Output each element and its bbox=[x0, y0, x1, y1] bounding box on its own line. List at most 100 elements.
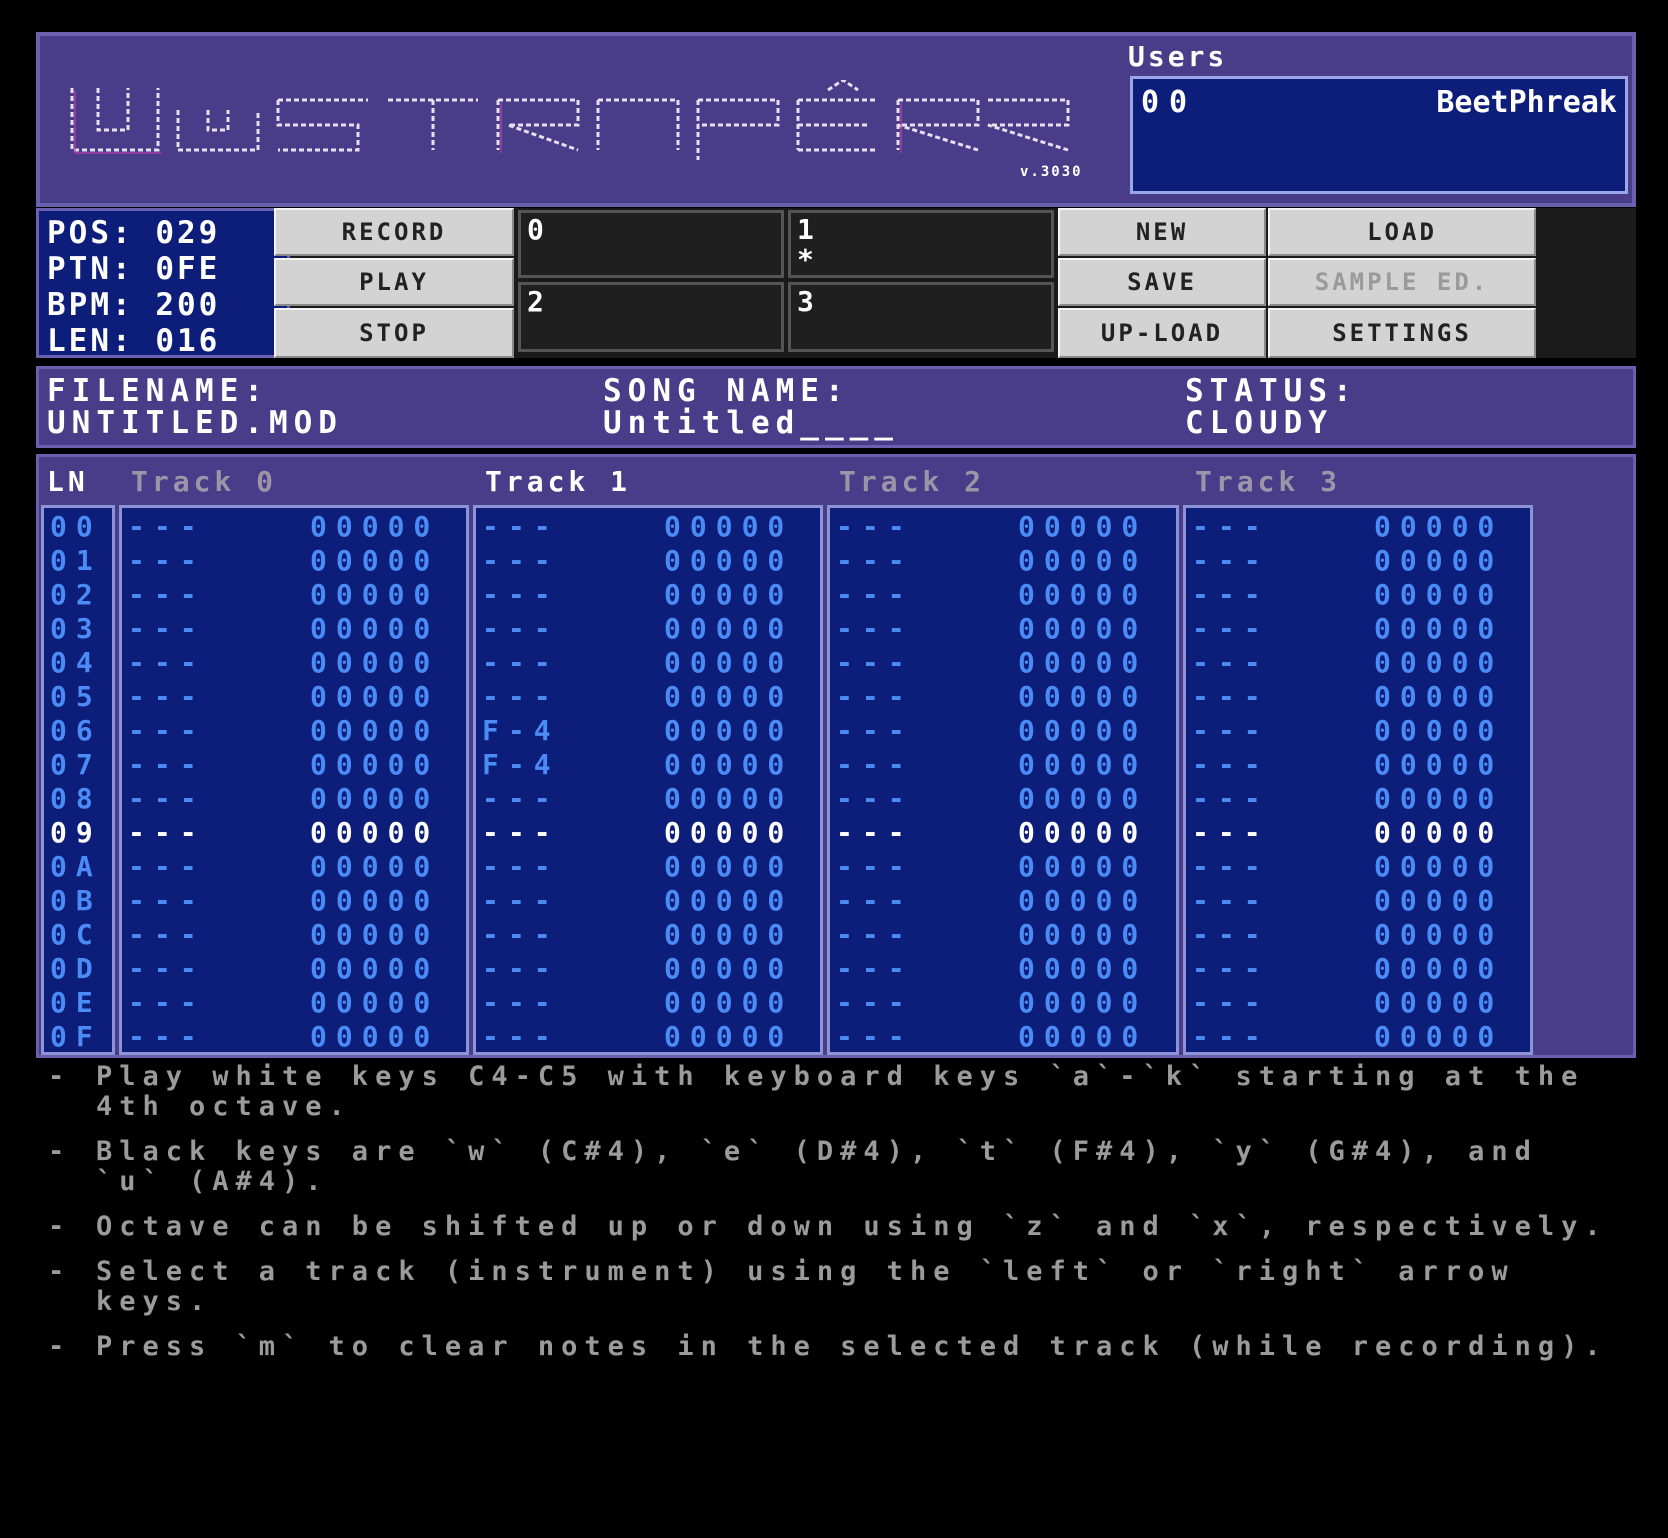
effect-cell[interactable]: 00000 bbox=[1374, 680, 1503, 713]
note-cell[interactable]: --- bbox=[836, 544, 914, 577]
note-cell[interactable]: --- bbox=[836, 816, 914, 849]
note-cell[interactable]: --- bbox=[1192, 646, 1270, 679]
note-cell[interactable]: --- bbox=[836, 612, 914, 645]
track-header-0[interactable]: Track 0 bbox=[131, 465, 277, 498]
note-cell[interactable]: --- bbox=[482, 952, 560, 985]
effect-cell[interactable]: 00000 bbox=[664, 884, 793, 917]
note-cell[interactable]: --- bbox=[1192, 680, 1270, 713]
effect-cell[interactable]: 00000 bbox=[1374, 510, 1503, 543]
effect-cell[interactable]: 00000 bbox=[310, 816, 439, 849]
note-cell[interactable]: --- bbox=[128, 884, 206, 917]
effect-cell[interactable]: 00000 bbox=[1018, 510, 1147, 543]
effect-cell[interactable]: 00000 bbox=[664, 748, 793, 781]
effect-cell[interactable]: 00000 bbox=[1018, 816, 1147, 849]
effect-cell[interactable]: 00000 bbox=[1018, 646, 1147, 679]
save-button[interactable]: SAVE bbox=[1058, 258, 1266, 306]
effect-cell[interactable]: 00000 bbox=[664, 646, 793, 679]
note-cell[interactable]: --- bbox=[482, 646, 560, 679]
effect-cell[interactable]: 00000 bbox=[1018, 714, 1147, 747]
effect-cell[interactable]: 00000 bbox=[664, 1020, 793, 1053]
note-cell[interactable]: --- bbox=[482, 1020, 560, 1053]
note-cell[interactable]: --- bbox=[836, 952, 914, 985]
effect-cell[interactable]: 00000 bbox=[1018, 952, 1147, 985]
note-cell[interactable]: --- bbox=[128, 1020, 206, 1053]
record-button[interactable]: RECORD bbox=[274, 208, 514, 256]
note-cell[interactable]: --- bbox=[482, 578, 560, 611]
note-cell[interactable]: --- bbox=[836, 714, 914, 747]
effect-cell[interactable]: 00000 bbox=[664, 612, 793, 645]
note-cell[interactable]: --- bbox=[836, 884, 914, 917]
effect-cell[interactable]: 00000 bbox=[664, 714, 793, 747]
note-cell[interactable]: --- bbox=[128, 714, 206, 747]
effect-cell[interactable]: 00000 bbox=[1018, 884, 1147, 917]
effect-cell[interactable]: 00000 bbox=[1018, 748, 1147, 781]
sample-slot-2[interactable]: 2 bbox=[518, 282, 784, 352]
settings-button[interactable]: SETTINGS bbox=[1268, 308, 1536, 358]
effect-cell[interactable]: 00000 bbox=[1374, 952, 1503, 985]
effect-cell[interactable]: 00000 bbox=[1018, 544, 1147, 577]
track-column-1[interactable]: --- 00000 --- 00000 --- 00000 --- 00000 --- 00000… bbox=[473, 505, 823, 1055]
effect-cell[interactable]: 00000 bbox=[310, 952, 439, 985]
effect-cell[interactable]: 00000 bbox=[1374, 918, 1503, 951]
note-cell[interactable]: --- bbox=[836, 918, 914, 951]
note-cell[interactable]: --- bbox=[1192, 816, 1270, 849]
effect-cell[interactable]: 00000 bbox=[310, 1020, 439, 1053]
effect-cell[interactable]: 00000 bbox=[664, 510, 793, 543]
sample-slot-1[interactable]: 1 * bbox=[788, 210, 1054, 278]
effect-cell[interactable]: 00000 bbox=[1374, 986, 1503, 1019]
note-cell[interactable]: --- bbox=[482, 680, 560, 713]
note-cell[interactable]: --- bbox=[482, 850, 560, 883]
effect-cell[interactable]: 00000 bbox=[664, 578, 793, 611]
note-cell[interactable]: --- bbox=[836, 782, 914, 815]
note-cell[interactable]: --- bbox=[482, 816, 560, 849]
note-cell[interactable]: --- bbox=[128, 850, 206, 883]
note-cell[interactable]: --- bbox=[128, 680, 206, 713]
effect-cell[interactable]: 00000 bbox=[664, 986, 793, 1019]
effect-cell[interactable]: 00000 bbox=[664, 544, 793, 577]
note-cell[interactable]: --- bbox=[128, 986, 206, 1019]
effect-cell[interactable]: 00000 bbox=[310, 782, 439, 815]
note-cell[interactable]: --- bbox=[482, 510, 560, 543]
note-cell[interactable]: --- bbox=[482, 612, 560, 645]
note-cell[interactable]: F-4 bbox=[482, 748, 560, 781]
track-column-2[interactable]: --- 00000 --- 00000 --- 00000 --- 00000 --- 00000… bbox=[827, 505, 1179, 1055]
effect-cell[interactable]: 00000 bbox=[310, 544, 439, 577]
effect-cell[interactable]: 00000 bbox=[1374, 612, 1503, 645]
effect-cell[interactable]: 00000 bbox=[1374, 578, 1503, 611]
note-cell[interactable]: --- bbox=[1192, 782, 1270, 815]
effect-cell[interactable]: 00000 bbox=[1374, 850, 1503, 883]
user-row[interactable]: 00 BeetPhreak bbox=[1141, 85, 1617, 120]
effect-cell[interactable]: 00000 bbox=[310, 850, 439, 883]
effect-cell[interactable]: 00000 bbox=[664, 782, 793, 815]
filename-value[interactable]: UNTITLED.MOD bbox=[47, 407, 343, 439]
stop-button[interactable]: STOP bbox=[274, 308, 514, 358]
sample-slot-3[interactable]: 3 bbox=[788, 282, 1054, 352]
effect-cell[interactable]: 00000 bbox=[1374, 544, 1503, 577]
effect-cell[interactable]: 00000 bbox=[1018, 850, 1147, 883]
note-cell[interactable]: --- bbox=[128, 952, 206, 985]
note-cell[interactable]: --- bbox=[482, 782, 560, 815]
effect-cell[interactable]: 00000 bbox=[1018, 918, 1147, 951]
effect-cell[interactable]: 00000 bbox=[310, 884, 439, 917]
note-cell[interactable]: --- bbox=[1192, 884, 1270, 917]
effect-cell[interactable]: 00000 bbox=[1374, 884, 1503, 917]
new-button[interactable]: NEW bbox=[1058, 208, 1266, 256]
load-button[interactable]: LOAD bbox=[1268, 208, 1536, 256]
note-cell[interactable]: --- bbox=[836, 986, 914, 1019]
effect-cell[interactable]: 00000 bbox=[1018, 578, 1147, 611]
effect-cell[interactable]: 00000 bbox=[1374, 714, 1503, 747]
effect-cell[interactable]: 00000 bbox=[1018, 680, 1147, 713]
note-cell[interactable]: --- bbox=[128, 646, 206, 679]
note-cell[interactable]: --- bbox=[128, 816, 206, 849]
effect-cell[interactable]: 00000 bbox=[310, 646, 439, 679]
effect-cell[interactable]: 00000 bbox=[1018, 782, 1147, 815]
note-cell[interactable]: --- bbox=[836, 578, 914, 611]
note-cell[interactable]: --- bbox=[482, 986, 560, 1019]
track-header-3[interactable]: Track 3 bbox=[1195, 465, 1341, 498]
note-cell[interactable]: --- bbox=[1192, 544, 1270, 577]
note-cell[interactable]: --- bbox=[836, 510, 914, 543]
effect-cell[interactable]: 00000 bbox=[310, 578, 439, 611]
play-button[interactable]: PLAY bbox=[274, 258, 514, 306]
note-cell[interactable]: --- bbox=[1192, 986, 1270, 1019]
note-cell[interactable]: --- bbox=[1192, 1020, 1270, 1053]
